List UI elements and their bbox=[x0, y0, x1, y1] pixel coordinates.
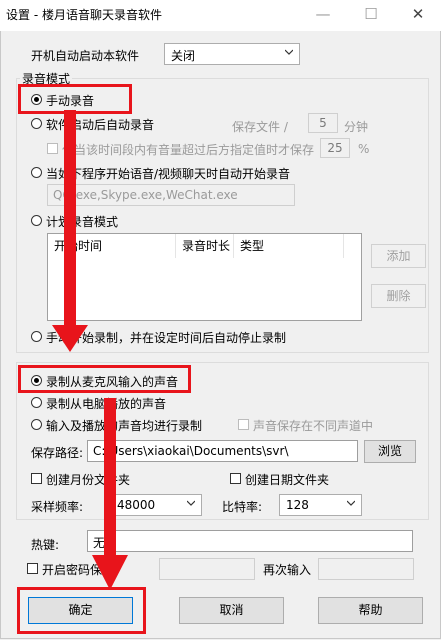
annotation-arrows bbox=[52, 110, 128, 590]
arrow-down-icon bbox=[52, 110, 88, 352]
arrow-down-icon bbox=[92, 398, 128, 590]
